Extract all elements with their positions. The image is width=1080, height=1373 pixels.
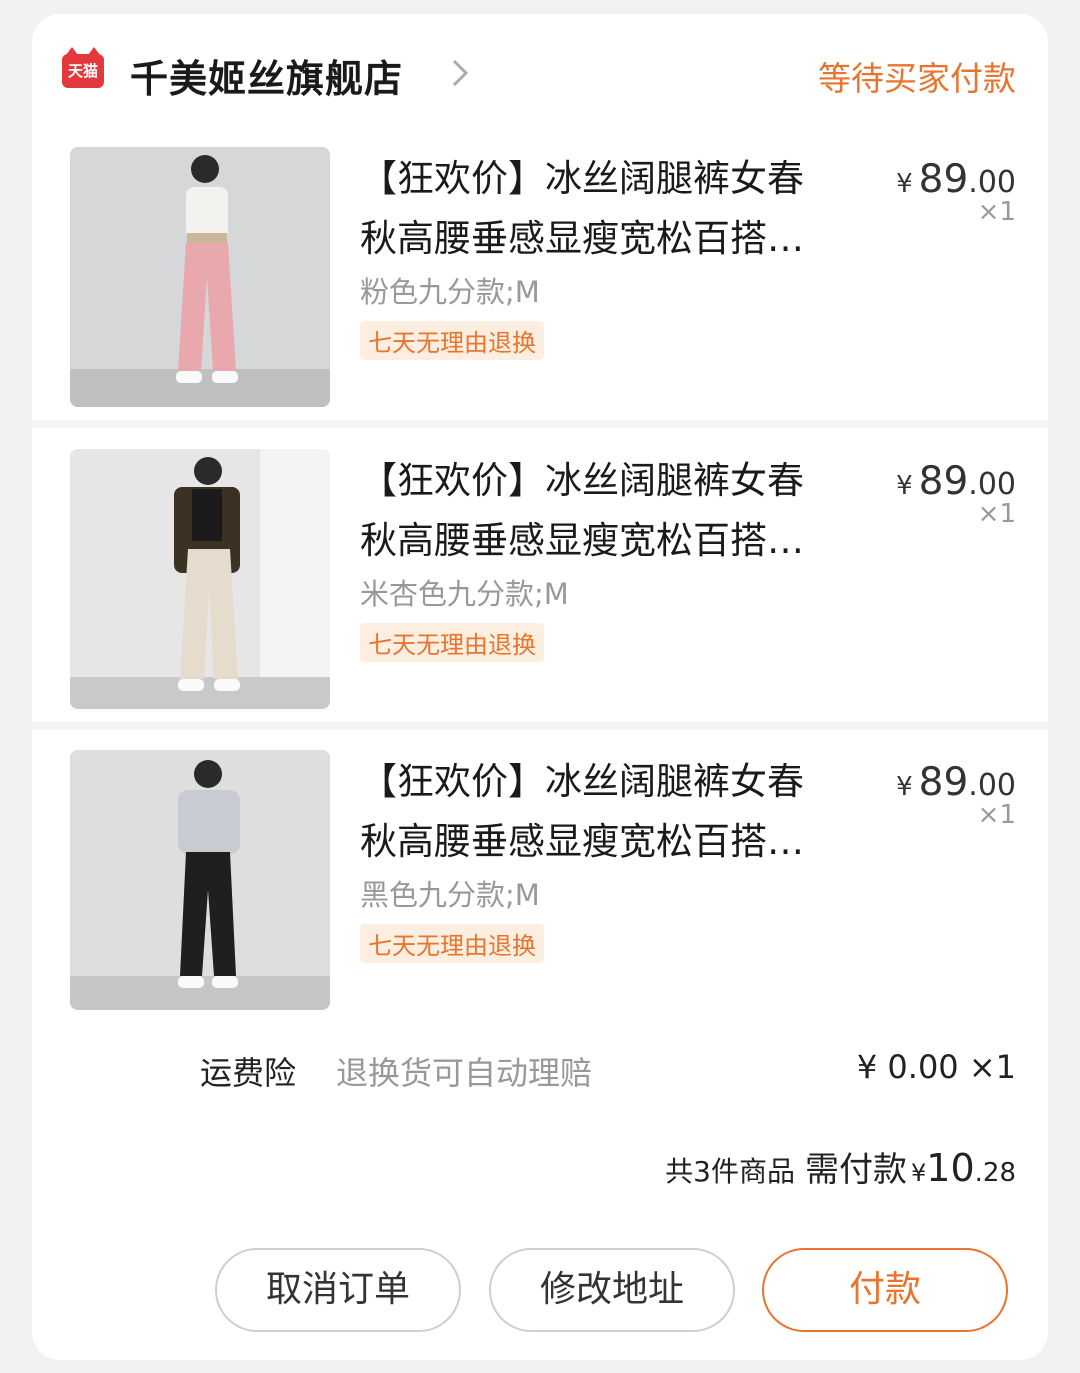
- shipping-insurance-price: ¥ 0.00 ×1: [856, 1048, 1016, 1086]
- return-policy-badge: 七天无理由退换: [360, 924, 544, 963]
- need-pay-label: 需付款: [805, 1150, 907, 1190]
- order-item[interactable]: 【狂欢价】冰丝阔腿裤女春 秋高腰垂感显瘦宽松百搭… 黑色九分款;M 七天无理由退…: [32, 750, 1048, 1012]
- product-quantity: ×1: [977, 197, 1016, 227]
- pay-button[interactable]: 付款: [762, 1248, 1008, 1332]
- product-quantity: ×1: [977, 499, 1016, 529]
- product-thumbnail[interactable]: [70, 147, 330, 407]
- order-header[interactable]: 天猫 千美姬丝旗舰店 等待买家付款: [32, 14, 1048, 134]
- order-status: 等待买家付款: [818, 59, 1016, 98]
- modify-address-button[interactable]: 修改地址: [489, 1248, 735, 1332]
- chevron-right-icon[interactable]: [450, 58, 470, 88]
- cancel-order-button[interactable]: 取消订单: [215, 1248, 461, 1332]
- divider: [32, 420, 1048, 428]
- total-amount: 10: [926, 1146, 975, 1190]
- order-card: 天猫 千美姬丝旗舰店 等待买家付款 【狂欢价】冰丝阔腿裤女春 秋高腰垂感显瘦宽松…: [32, 14, 1048, 1360]
- product-price: ¥89.00: [896, 760, 1016, 805]
- product-title[interactable]: 【狂欢价】冰丝阔腿裤女春 秋高腰垂感显瘦宽松百搭…: [360, 451, 860, 571]
- product-thumbnail[interactable]: [70, 750, 330, 1010]
- shipping-insurance-label: 运费险: [200, 1054, 297, 1092]
- shipping-insurance-description: 退换货可自动理赔: [336, 1054, 593, 1092]
- product-variant: 黑色九分款;M: [360, 878, 540, 912]
- product-price: ¥89.00: [896, 157, 1016, 202]
- product-thumbnail[interactable]: [70, 449, 330, 709]
- shop-name[interactable]: 千美姬丝旗舰店: [130, 48, 403, 103]
- order-item[interactable]: 【狂欢价】冰丝阔腿裤女春 秋高腰垂感显瘦宽松百搭… 粉色九分款;M 七天无理由退…: [32, 147, 1048, 409]
- product-variant: 米杏色九分款;M: [360, 577, 569, 611]
- product-title[interactable]: 【狂欢价】冰丝阔腿裤女春 秋高腰垂感显瘦宽松百搭…: [360, 752, 860, 872]
- divider: [32, 722, 1048, 730]
- product-quantity: ×1: [977, 800, 1016, 830]
- product-price: ¥89.00: [896, 459, 1016, 504]
- product-variant: 粉色九分款;M: [360, 275, 540, 309]
- order-item[interactable]: 【狂欢价】冰丝阔腿裤女春 秋高腰垂感显瘦宽松百搭… 米杏色九分款;M 七天无理由…: [32, 449, 1048, 711]
- tmall-logo: 天猫: [62, 47, 104, 88]
- product-title[interactable]: 【狂欢价】冰丝阔腿裤女春 秋高腰垂感显瘦宽松百搭…: [360, 149, 860, 269]
- order-total: 共3件商品 需付款 ¥10.28: [665, 1146, 1016, 1190]
- item-count: 共3件商品: [665, 1155, 795, 1188]
- return-policy-badge: 七天无理由退换: [360, 623, 544, 662]
- return-policy-badge: 七天无理由退换: [360, 321, 544, 360]
